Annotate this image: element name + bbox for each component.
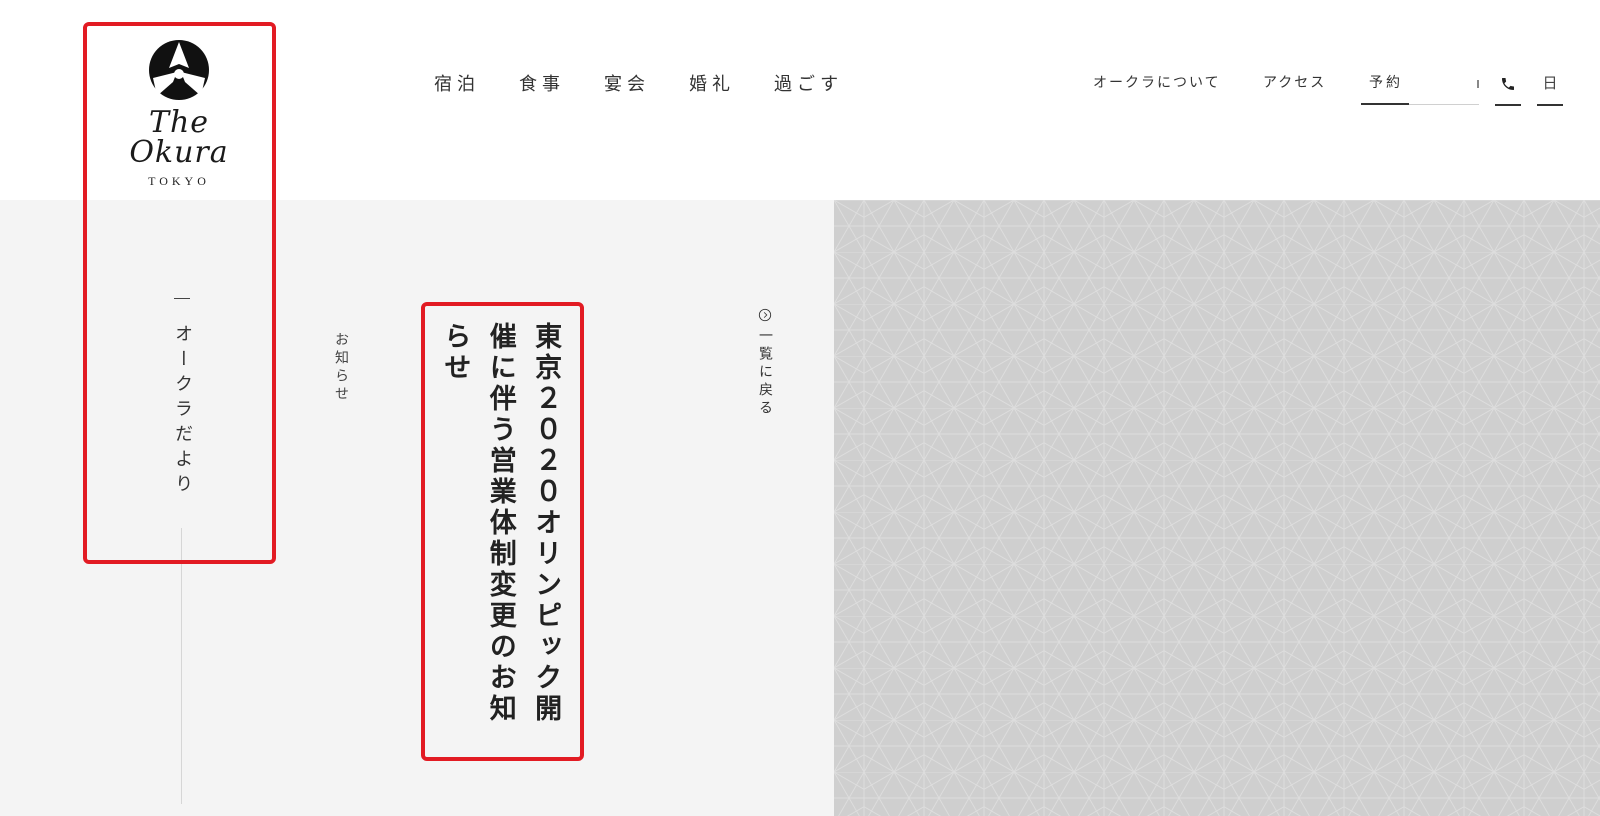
- circle-arrow-icon: [758, 308, 772, 322]
- asanoha-pattern: [834, 200, 1600, 816]
- reserve-underline: [1361, 103, 1409, 105]
- back-to-list-link[interactable]: 一覧に戻る: [754, 308, 776, 418]
- phone-icon: [1502, 78, 1514, 90]
- nav-wedding[interactable]: 婚礼: [689, 70, 735, 96]
- nav-stay[interactable]: 宿泊: [434, 70, 480, 96]
- language-label: 日: [1542, 74, 1558, 92]
- timeline-line: [181, 528, 182, 804]
- main-nav: 宿泊 食事 宴会 婚礼 過ごす: [434, 70, 843, 96]
- language-switcher[interactable]: 日: [1537, 68, 1563, 106]
- reserve-divider: [1477, 80, 1479, 88]
- reserve-label: 予約: [1369, 75, 1403, 91]
- nav-about[interactable]: オークラについて: [1093, 72, 1221, 92]
- back-to-list-label: 一覧に戻る: [757, 328, 773, 418]
- annotation-box-logo-category: [83, 22, 276, 564]
- decorative-pattern-panel: [834, 200, 1600, 816]
- reserve-dropdown[interactable]: 予約: [1361, 68, 1479, 105]
- section-label: お知らせ: [333, 332, 349, 404]
- nav-access[interactable]: アクセス: [1263, 72, 1326, 92]
- nav-banquet[interactable]: 宴会: [604, 70, 650, 96]
- nav-experience[interactable]: 過ごす: [774, 70, 843, 96]
- annotation-box-article-title: [421, 302, 584, 761]
- phone-button[interactable]: [1495, 68, 1521, 106]
- nav-dining[interactable]: 食事: [519, 70, 565, 96]
